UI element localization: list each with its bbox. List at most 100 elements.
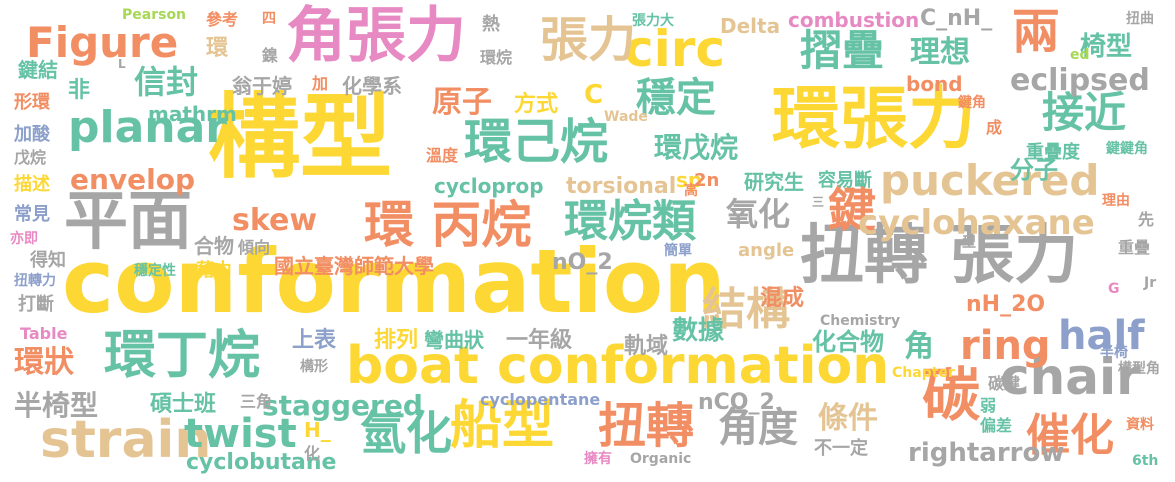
word-cloud-word: 張力 <box>540 12 637 68</box>
word-cloud-word: 資料 <box>1126 417 1154 433</box>
word-cloud-word: 平面 <box>64 185 192 259</box>
word-cloud-word: 鍵角 <box>958 95 986 111</box>
word-cloud-word: 排列 <box>374 328 419 353</box>
word-cloud-word: 簡單 <box>664 243 692 259</box>
word-cloud-word: 扭轉 <box>598 398 695 454</box>
word-cloud-word: 化 <box>304 444 321 463</box>
word-cloud-word: cyclohaxane <box>858 203 1095 243</box>
word-cloud-word: Jr <box>1144 275 1157 291</box>
word-cloud-word: 加酸 <box>14 124 50 145</box>
word-cloud-word: nCO_2 <box>698 390 775 415</box>
word-cloud-word: 兩 <box>1012 4 1061 60</box>
word-cloud-word: Wade <box>604 109 648 125</box>
word-cloud-word: 穩定 <box>636 75 716 121</box>
word-cloud-word: 角張力 <box>286 1 466 71</box>
word-cloud-word: Pearson <box>122 7 187 23</box>
word-cloud-word: 熱 <box>482 14 500 35</box>
word-cloud-word: 信封 <box>134 63 199 101</box>
word-cloud-word: 四 <box>262 11 276 27</box>
word-cloud-word: 扭轉力 <box>14 273 56 289</box>
word-cloud-word: staggered <box>262 389 423 422</box>
word-cloud-word: 三 <box>812 195 825 209</box>
word-cloud-word: 構形 <box>300 359 328 375</box>
word-cloud-word: 鍵結 <box>18 58 58 82</box>
word-cloud-word: 亦即 <box>10 231 38 247</box>
word-cloud-word: 混成 <box>760 286 805 311</box>
word-cloud-word: 常見 <box>14 204 50 225</box>
word-cloud-word: 碩士班 <box>150 392 217 417</box>
word-cloud-word: skew <box>232 203 318 238</box>
word-cloud-word: 張力大 <box>632 13 674 29</box>
word-cloud-word: 一年級 <box>506 328 573 353</box>
word-cloud-word: 半椅 <box>1100 345 1128 361</box>
word-cloud-word: 理想 <box>910 35 970 70</box>
word-cloud-word: cyclopentane <box>480 390 601 409</box>
word-cloud-word: circ <box>624 20 726 78</box>
word-cloud-word: 上表 <box>292 328 337 353</box>
word-cloud-word: 穩定性 <box>134 263 176 279</box>
word-cloud-word: 6th <box>1132 453 1159 469</box>
word-cloud-word: eclipsed <box>1010 63 1150 98</box>
word-cloud-word: 軌域 <box>624 334 669 359</box>
word-cloud-word: 得知 <box>30 250 66 271</box>
word-cloud-word: 彎曲狀 <box>424 328 484 352</box>
word-cloud-word: 戊烷 <box>14 148 47 167</box>
word-cloud-word: 氧化 <box>726 195 791 233</box>
word-cloud-word: G <box>1108 281 1120 297</box>
word-cloud-word: 碳鍵 <box>988 374 1021 393</box>
word-cloud-word: mathrm <box>148 102 237 126</box>
word-cloud-word: 環己烷 <box>464 114 609 170</box>
word-cloud-word: H_ <box>304 418 331 442</box>
word-cloud-word: 溫度 <box>426 146 459 165</box>
word-cloud-word: 環丁烷 <box>104 326 261 386</box>
word-cloud-word: 傾向 <box>238 238 271 257</box>
word-cloud-word: C_nH_ <box>920 6 993 31</box>
word-cloud-word: Chemistry <box>820 313 901 329</box>
word-cloud-word: 先 <box>1138 210 1155 229</box>
word-cloud-word: 容易斷 <box>818 170 872 191</box>
word-cloud-word: 國立臺灣師範大學 <box>274 254 434 278</box>
word-cloud-word: C <box>584 80 604 110</box>
word-cloud-word: 環 <box>206 36 229 61</box>
word-cloud: 構型 conformation 環張力 扭轉 張力 角張力 boat conformati… <box>0 0 1175 482</box>
word-cloud-word: nH_2O <box>966 292 1046 317</box>
word-cloud-word: 化合物 <box>812 328 884 356</box>
word-cloud-word: Chapter <box>892 365 955 381</box>
word-cloud-word: 環張力 <box>772 80 977 159</box>
word-cloud-word: Organic <box>630 451 692 467</box>
word-cloud-word: 高 <box>684 183 698 199</box>
word-cloud-word: 藉由 <box>196 260 232 281</box>
word-cloud-word: Table <box>20 324 68 343</box>
word-cloud-word: rightarrow <box>908 438 1065 468</box>
word-cloud-word: torsional <box>566 174 677 199</box>
word-cloud-word: combustion <box>788 8 920 32</box>
word-cloud-word: ring <box>960 323 1051 369</box>
word-cloud-word: 形環 <box>14 92 50 113</box>
word-cloud-word: 打斷 <box>18 294 54 315</box>
word-cloud-word: 鍵鍵角 <box>1106 141 1148 157</box>
word-cloud-word: angle <box>738 240 795 261</box>
word-cloud-word: 扭曲 <box>1126 11 1154 27</box>
word-cloud-word: ed <box>1070 47 1090 63</box>
word-cloud-word: 接近 <box>1042 88 1127 137</box>
word-cloud-word: 合物 <box>194 234 234 258</box>
word-cloud-word: 擁有 <box>584 451 612 467</box>
word-cloud-word: 環烷類 <box>564 196 696 247</box>
word-cloud-word: 半椅型 <box>14 389 99 422</box>
word-cloud-word: 原子 <box>432 85 492 120</box>
word-cloud-word: 描述 <box>14 174 50 195</box>
word-cloud-word: 環戊烷 <box>654 131 739 164</box>
word-cloud-word: 三角 <box>240 392 273 411</box>
word-cloud-word: 加 <box>312 74 329 93</box>
word-cloud-word: envelop <box>70 163 196 196</box>
word-cloud-word: 環 丙烷 <box>364 196 532 254</box>
word-cloud-word: 環狀 <box>14 345 74 380</box>
word-cloud-word: L <box>118 57 126 71</box>
word-cloud-word: 重疊度 <box>1026 142 1080 163</box>
word-cloud-word: 摺疊 <box>800 26 885 75</box>
word-cloud-word: 非 <box>68 78 91 103</box>
word-cloud-word: Delta <box>720 14 781 38</box>
word-cloud-word: puckered <box>880 156 1100 205</box>
word-cloud-word: 鎳 <box>262 46 279 65</box>
word-cloud-word: 角 <box>904 329 934 364</box>
